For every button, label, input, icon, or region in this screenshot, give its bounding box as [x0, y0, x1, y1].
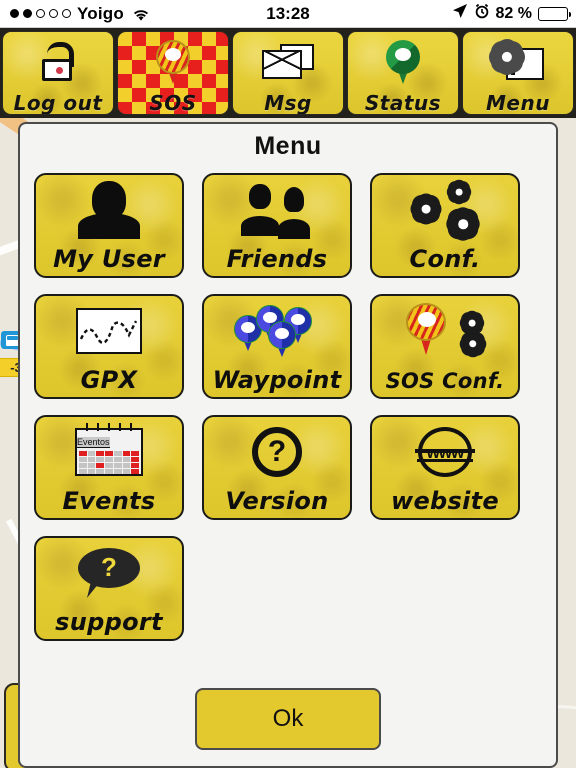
toolbar-button-logout[interactable]: Log out	[2, 31, 114, 115]
menu-item-my-user[interactable]: My User	[34, 173, 184, 278]
menu-dialog: Menu My User Friends Conf. GPX Waypoint …	[18, 122, 558, 768]
menu-item-website[interactable]: www website	[370, 415, 520, 520]
calendar-icon: Eventos	[36, 421, 182, 483]
menu-label-my-user: My User	[53, 245, 165, 273]
toolbar-button-msg[interactable]: Msg	[232, 31, 344, 115]
unlock-icon	[3, 36, 113, 88]
envelope-icon	[233, 36, 343, 88]
green-pin-icon	[348, 36, 458, 88]
status-bar-right: 82 %	[452, 3, 576, 24]
track-chart-icon	[36, 300, 182, 362]
sos-pin-gears-icon	[372, 300, 518, 362]
version-question-glyph: ?	[252, 427, 302, 477]
toolbar-button-menu[interactable]: Menu	[462, 31, 574, 115]
gear-list-icon	[463, 36, 573, 88]
menu-item-waypoint[interactable]: Waypoint	[202, 294, 352, 399]
menu-item-conf[interactable]: Conf.	[370, 173, 520, 278]
question-circle-icon: ?	[204, 421, 350, 483]
toolbar-button-status[interactable]: Status	[347, 31, 459, 115]
dialog-title: Menu	[254, 132, 322, 160]
toolbar-label-status: Status	[364, 91, 442, 115]
menu-item-events[interactable]: Eventos Events	[34, 415, 184, 520]
person-silhouette-icon	[36, 179, 182, 241]
menu-grid: My User Friends Conf. GPX Waypoint SOS C…	[20, 173, 556, 641]
menu-item-sos-conf[interactable]: SOS Conf.	[370, 294, 520, 399]
ok-button[interactable]: Ok	[195, 688, 381, 750]
toolbar-label-msg: Msg	[264, 91, 312, 115]
toolbar-label-menu: Menu	[486, 91, 550, 115]
gears-icon	[372, 179, 518, 241]
alarm-clock-icon	[474, 3, 490, 24]
menu-item-gpx[interactable]: GPX	[34, 294, 184, 399]
sos-pin-icon	[118, 36, 228, 88]
menu-item-friends[interactable]: Friends	[202, 173, 352, 278]
top-toolbar: Log out SOS Msg Status Menu	[0, 28, 576, 118]
toolbar-label-logout: Log out	[13, 91, 103, 115]
speech-bubble-question-icon: ?	[36, 542, 182, 604]
calendar-header-label: Eventos	[77, 437, 110, 448]
menu-label-events: Events	[62, 487, 156, 515]
menu-label-waypoint: Waypoint	[212, 366, 342, 394]
toolbar-label-sos: SOS	[149, 91, 197, 115]
menu-label-website: website	[391, 487, 499, 515]
menu-label-conf: Conf.	[409, 245, 481, 273]
two-people-icon	[204, 179, 350, 241]
website-www-glyph: www	[426, 443, 465, 462]
battery-icon	[538, 6, 571, 21]
status-bar: Yoigo 13:28 82 %	[0, 0, 576, 28]
menu-item-version[interactable]: ? Version	[202, 415, 352, 520]
location-arrow-icon	[452, 3, 468, 24]
menu-label-sos-conf: SOS Conf.	[385, 369, 505, 393]
battery-percent-label: 82 %	[495, 4, 532, 22]
map-pins-icon	[204, 300, 350, 362]
toolbar-button-sos[interactable]: SOS	[117, 31, 229, 115]
support-question-glyph: ?	[101, 552, 117, 582]
menu-label-friends: Friends	[226, 245, 328, 273]
menu-label-version: Version	[225, 487, 329, 515]
menu-item-support[interactable]: ? support	[34, 536, 184, 641]
menu-label-support: support	[55, 608, 163, 636]
www-globe-icon: www	[372, 421, 518, 483]
menu-label-gpx: GPX	[80, 366, 138, 394]
